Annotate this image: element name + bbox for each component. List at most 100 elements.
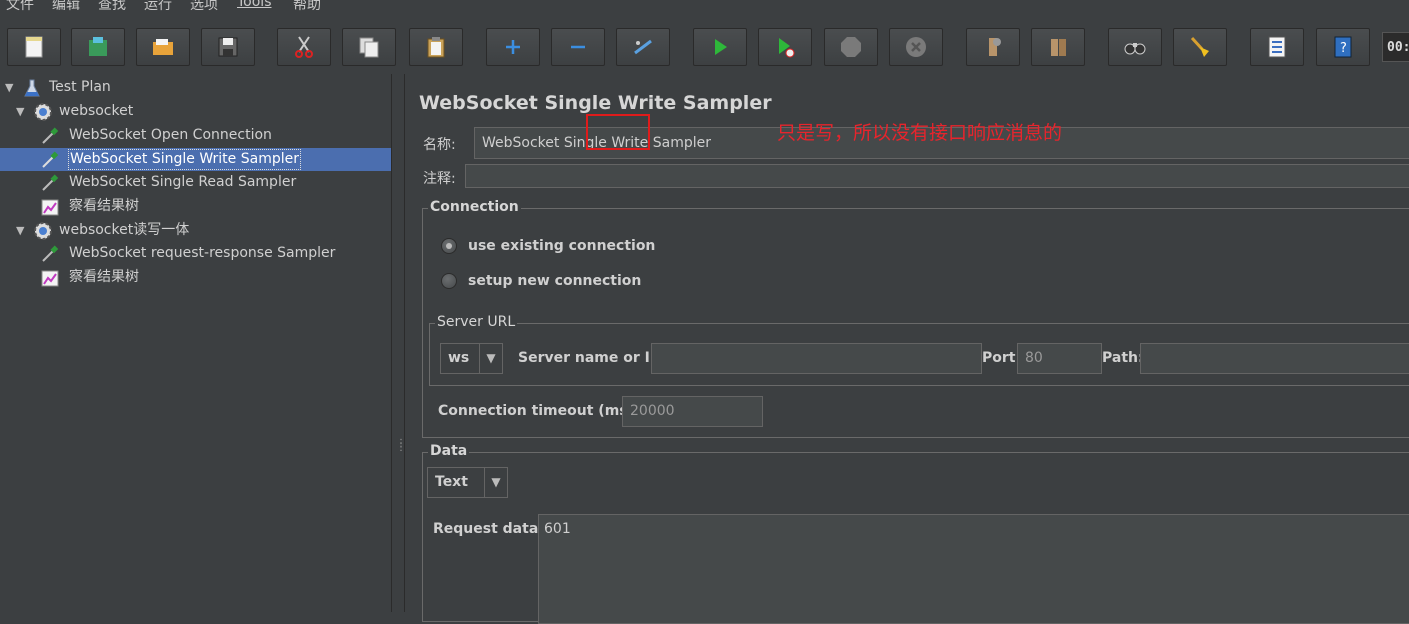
protocol-select[interactable]: ws ▼ bbox=[440, 343, 503, 374]
minus-icon bbox=[571, 45, 585, 49]
menu-help[interactable]: 帮助 bbox=[293, 0, 321, 14]
use-existing-connection-radio[interactable] bbox=[441, 238, 457, 254]
stop-button[interactable] bbox=[824, 28, 878, 66]
path-label: Path: bbox=[1102, 350, 1144, 366]
collapse-triangle-icon[interactable]: ▼ bbox=[5, 76, 17, 99]
shutdown-button[interactable] bbox=[889, 28, 943, 66]
menu-tools[interactable]: Tools bbox=[237, 0, 272, 10]
use-existing-connection-label[interactable]: use existing connection bbox=[468, 238, 655, 254]
menu-search[interactable]: 查找 bbox=[98, 0, 126, 14]
expand-all-button[interactable] bbox=[486, 28, 540, 66]
data-legend: Data bbox=[428, 443, 470, 459]
floppy-disk-icon bbox=[218, 37, 238, 57]
toggle-button[interactable] bbox=[616, 28, 670, 66]
clear-button[interactable] bbox=[966, 28, 1020, 66]
copy-button[interactable] bbox=[342, 28, 396, 66]
new-document-icon bbox=[25, 36, 43, 58]
elapsed-time-display: 00:0 bbox=[1382, 32, 1409, 62]
tree-node-test-plan[interactable]: ▼ Test Plan bbox=[0, 76, 391, 99]
tree-node-single-write-sampler[interactable]: WebSocket Single Write Sampler bbox=[0, 148, 391, 171]
gear-icon bbox=[34, 222, 52, 240]
new-button[interactable] bbox=[7, 28, 61, 66]
search-button[interactable] bbox=[1108, 28, 1162, 66]
connection-legend: Connection bbox=[428, 199, 521, 215]
pipette-icon bbox=[42, 174, 59, 191]
collapse-triangle-icon[interactable]: ▼ bbox=[16, 219, 28, 242]
function-helper-button[interactable] bbox=[1250, 28, 1304, 66]
save-button[interactable] bbox=[201, 28, 255, 66]
data-group: Data Text ▼ Request data: 601 bbox=[422, 443, 1409, 624]
tree-node-label: WebSocket Single Write Sampler bbox=[68, 149, 301, 170]
broom-reset-icon bbox=[1190, 36, 1209, 57]
menu-file[interactable]: 文件 bbox=[6, 0, 34, 14]
scissors-icon bbox=[295, 36, 313, 58]
tree-node-label: WebSocket Single Read Sampler bbox=[69, 174, 297, 190]
connection-timeout-label: Connection timeout (ms): bbox=[438, 403, 640, 419]
play-no-pause-icon bbox=[779, 38, 795, 58]
path-field[interactable] bbox=[1140, 343, 1409, 374]
menu-options[interactable]: 选项 bbox=[190, 0, 218, 14]
tree-node-single-read-sampler[interactable]: WebSocket Single Read Sampler bbox=[0, 171, 391, 194]
open-button[interactable] bbox=[136, 28, 190, 66]
menu-bar: 文件 编辑 查找 运行 选项 Tools 帮助 bbox=[0, 0, 1409, 20]
svg-text:?: ? bbox=[1340, 41, 1347, 56]
flask-icon bbox=[24, 79, 40, 97]
toggle-wand-icon bbox=[634, 39, 652, 55]
page-title: WebSocket Single Write Sampler bbox=[419, 92, 772, 114]
collapse-all-button[interactable] bbox=[551, 28, 605, 66]
data-type-select[interactable]: Text ▼ bbox=[427, 467, 508, 498]
comment-field[interactable] bbox=[465, 164, 1409, 188]
sampler-panel: WebSocket Single Write Sampler 名称: WebSo… bbox=[405, 74, 1409, 624]
tree-node-request-response-sampler[interactable]: WebSocket request-response Sampler bbox=[0, 242, 391, 265]
port-field[interactable]: 80 bbox=[1017, 343, 1102, 374]
stop-icon bbox=[841, 37, 861, 57]
chevron-down-icon: ▼ bbox=[479, 344, 502, 373]
help-book-icon: ? bbox=[1334, 36, 1352, 58]
clear-all-button[interactable] bbox=[1031, 28, 1085, 66]
plus-icon bbox=[506, 40, 520, 54]
request-data-textarea[interactable]: 601 bbox=[538, 514, 1409, 624]
broom-clear-all-icon bbox=[1051, 39, 1066, 56]
templates-button[interactable] bbox=[71, 28, 125, 66]
name-label: 名称: bbox=[423, 137, 456, 153]
server-url-group: Server URL ws ▼ Server name or IP: Port:… bbox=[429, 314, 1409, 386]
copy-icon bbox=[359, 37, 379, 58]
tree-node-websocket-read-write[interactable]: ▼ websocket读写一体 bbox=[0, 219, 391, 242]
split-pane-divider[interactable]: ⋮ ⋮ bbox=[392, 74, 406, 612]
connection-group: Connection use existing connection setup… bbox=[422, 199, 1409, 438]
server-name-label: Server name or IP: bbox=[518, 350, 666, 366]
pipette-icon bbox=[42, 151, 59, 168]
tree-node-label: websocket读写一体 bbox=[59, 222, 190, 238]
toolbar: ? 00:0 bbox=[0, 20, 1409, 75]
server-name-field[interactable] bbox=[651, 343, 982, 374]
pipette-icon bbox=[42, 127, 59, 144]
collapse-triangle-icon[interactable]: ▼ bbox=[16, 100, 28, 123]
start-no-pause-button[interactable] bbox=[758, 28, 812, 66]
templates-icon bbox=[89, 37, 107, 56]
function-list-icon bbox=[1268, 36, 1286, 58]
menu-run[interactable]: 运行 bbox=[144, 0, 172, 14]
cut-button[interactable] bbox=[277, 28, 331, 66]
annotation-highlight-box bbox=[586, 114, 650, 150]
start-button[interactable] bbox=[693, 28, 747, 66]
tree-node-label: 察看结果树 bbox=[69, 269, 139, 285]
tree-node-label: WebSocket Open Connection bbox=[69, 127, 272, 143]
paste-button[interactable] bbox=[409, 28, 463, 66]
chart-icon bbox=[41, 270, 59, 287]
port-label: Port: bbox=[982, 350, 1022, 366]
test-plan-tree: ▼ Test Plan ▼ websocket WebSocket Open C… bbox=[0, 74, 392, 612]
reset-search-button[interactable] bbox=[1173, 28, 1227, 66]
protocol-value: ws bbox=[448, 350, 470, 366]
tree-node-open-connection[interactable]: WebSocket Open Connection bbox=[0, 124, 391, 147]
tree-node-view-results-tree[interactable]: 察看结果树 bbox=[0, 195, 391, 218]
pipette-icon bbox=[42, 245, 59, 262]
tree-node-view-results-tree-2[interactable]: 察看结果树 bbox=[0, 266, 391, 289]
connection-timeout-field[interactable]: 20000 bbox=[622, 396, 763, 427]
tree-node-label: 察看结果树 bbox=[69, 198, 139, 214]
menu-edit[interactable]: 编辑 bbox=[52, 0, 80, 14]
help-button[interactable]: ? bbox=[1316, 28, 1370, 66]
tree-node-websocket[interactable]: ▼ websocket bbox=[0, 100, 391, 123]
binoculars-icon bbox=[1124, 43, 1146, 55]
setup-new-connection-radio[interactable] bbox=[441, 273, 457, 289]
setup-new-connection-label[interactable]: setup new connection bbox=[468, 273, 641, 289]
